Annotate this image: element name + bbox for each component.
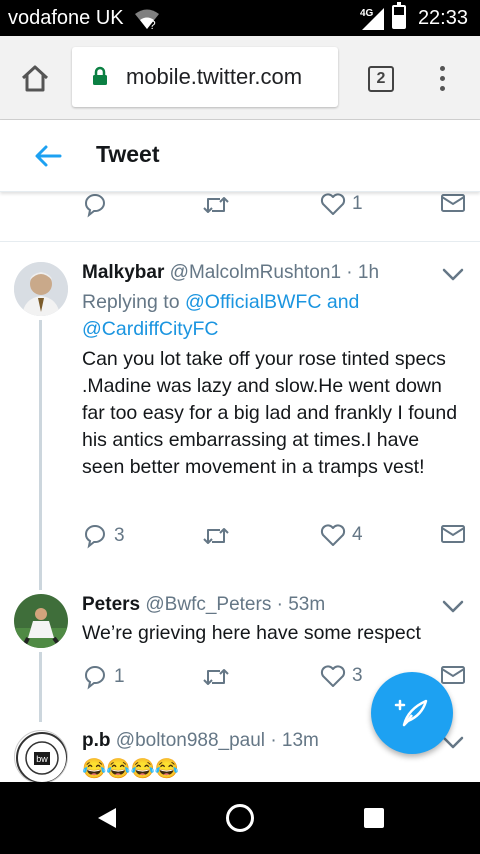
reply-icon	[85, 666, 106, 690]
lock-icon	[92, 66, 108, 91]
clock: 22:33	[417, 7, 468, 29]
like-count: 1	[352, 193, 363, 214]
wifi-icon: ?	[134, 8, 160, 35]
quill-compose-icon	[394, 699, 428, 727]
reply-button[interactable]: 1	[82, 664, 125, 690]
tweet-text: 😂😂😂😂	[82, 758, 180, 780]
retweet-icon	[203, 197, 229, 213]
system-navigation-bar	[0, 782, 480, 854]
thread-line	[39, 582, 42, 590]
reply-icon	[85, 194, 106, 218]
mention-link[interactable]: @OfficialBWFC	[185, 291, 321, 313]
separator-dot: ·	[276, 594, 283, 615]
back-arrow-icon[interactable]	[34, 144, 62, 173]
share-via-message-button[interactable]	[440, 523, 466, 545]
share-via-message-button[interactable]	[440, 192, 466, 214]
reply-button[interactable]	[82, 192, 108, 218]
share-via-message-button[interactable]	[440, 664, 466, 686]
timestamp[interactable]: 1h	[358, 262, 379, 283]
tweet-header: p.b @bolton988_paul · 13m	[82, 730, 319, 752]
reply-icon	[85, 525, 106, 549]
timestamp[interactable]: 53m	[288, 594, 325, 615]
svg-text:bw: bw	[36, 754, 48, 764]
browser-toolbar: mobile.twitter.com 2	[0, 36, 480, 120]
reply-button[interactable]: 3	[82, 523, 125, 549]
like-count: 4	[352, 524, 363, 545]
like-count: 3	[352, 665, 363, 686]
tab-switcher-button[interactable]: 2	[368, 66, 394, 92]
home-icon[interactable]	[20, 64, 50, 97]
tweet-header: Peters @Bwfc_Peters · 53m	[82, 594, 325, 616]
carrier-name: vodafone UK	[8, 7, 124, 29]
display-name[interactable]: Malkybar	[82, 262, 164, 283]
retweet-button[interactable]	[202, 192, 230, 218]
and-word: and	[326, 291, 360, 313]
username[interactable]: @MalcolmRushton1	[170, 262, 341, 283]
page-title: Tweet	[96, 141, 160, 167]
svg-text:?: ?	[149, 18, 156, 30]
like-button[interactable]: 3	[320, 664, 363, 688]
username[interactable]: @bolton988_paul	[116, 730, 265, 751]
replying-to: Replying to @OfficialBWFC and @CardiffCi…	[82, 289, 402, 343]
envelope-icon	[441, 194, 465, 212]
avatar[interactable]: bw	[14, 730, 68, 782]
compose-tweet-button[interactable]	[371, 672, 453, 754]
like-button[interactable]: 4	[320, 523, 363, 547]
avatar[interactable]	[14, 262, 68, 316]
nav-home-icon[interactable]	[226, 804, 254, 832]
display-name[interactable]: p.b	[82, 730, 111, 751]
tweet[interactable]: Malkybar @MalcolmRushton1 · 1h Replying …	[0, 242, 480, 582]
heart-icon	[320, 193, 346, 215]
envelope-icon	[441, 666, 465, 684]
mention-link[interactable]: @CardiffCityFC	[82, 318, 218, 340]
tweet-text: We’re grieving here have some respect	[82, 622, 421, 644]
username[interactable]: @Bwfc_Peters	[145, 594, 271, 615]
tweet-actions: 3 4	[82, 523, 472, 553]
timestamp[interactable]: 13m	[282, 730, 319, 751]
previous-tweet-actions: 1	[82, 192, 472, 222]
address-bar[interactable]: mobile.twitter.com	[72, 47, 338, 107]
nav-recents-icon[interactable]	[364, 808, 384, 828]
retweet-icon	[203, 528, 229, 544]
reply-count: 1	[114, 666, 125, 687]
heart-icon	[320, 524, 346, 546]
retweet-button[interactable]	[202, 664, 230, 690]
reply-count: 3	[114, 525, 125, 546]
chevron-down-icon[interactable]	[442, 736, 464, 755]
retweet-button[interactable]	[202, 523, 230, 549]
replying-label: Replying to	[82, 291, 180, 313]
chevron-down-icon[interactable]	[442, 600, 464, 619]
tweet-text: Can you lot take off your rose tinted sp…	[82, 348, 458, 478]
separator-dot: ·	[346, 262, 353, 283]
url-text[interactable]: mobile.twitter.com	[126, 64, 302, 90]
page-header: Tweet	[0, 120, 480, 192]
avatar[interactable]	[14, 594, 68, 648]
heart-icon	[320, 665, 346, 687]
separator-dot: ·	[270, 730, 277, 751]
overflow-menu-icon[interactable]	[440, 66, 445, 96]
nav-back-icon[interactable]	[96, 806, 118, 835]
thread-line	[39, 652, 42, 722]
chevron-down-icon[interactable]	[442, 268, 464, 287]
tweet-header: Malkybar @MalcolmRushton1 · 1h	[82, 262, 379, 284]
like-button[interactable]: 1	[320, 192, 363, 216]
envelope-icon	[441, 525, 465, 543]
display-name[interactable]: Peters	[82, 594, 140, 615]
thread-line	[39, 320, 42, 582]
svg-text:4G: 4G	[360, 8, 374, 19]
battery-icon	[392, 2, 406, 29]
cellular-signal-icon: 4G	[360, 6, 386, 37]
status-bar: vodafone UK ? 4G 22:33	[0, 0, 480, 36]
retweet-icon	[203, 669, 229, 685]
